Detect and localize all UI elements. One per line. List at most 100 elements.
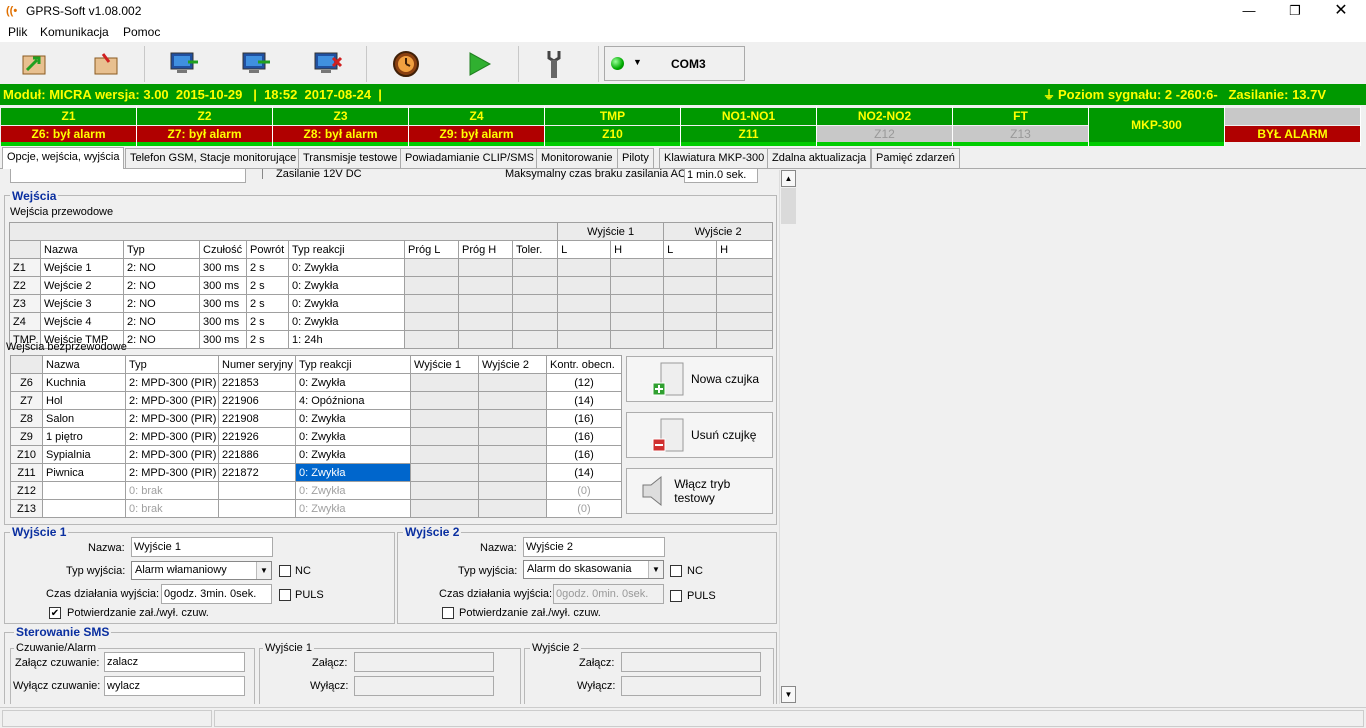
output2-nc-checkbox[interactable] — [670, 565, 682, 577]
play-icon — [469, 52, 492, 76]
sms-arm-field[interactable] — [104, 652, 245, 672]
computer-disconnect-icon — [314, 52, 343, 73]
ac-loss-field[interactable]: 1 min.0 sek. — [684, 169, 758, 183]
scroll-up-icon[interactable]: ▲ — [781, 170, 796, 187]
test-mode-button[interactable]: Włącz tryb testowy — [626, 468, 773, 514]
col-type: Typ — [123, 240, 200, 259]
tab-event-log[interactable]: Pamięć zdarzeń — [871, 148, 960, 168]
output1-name-field[interactable] — [131, 537, 273, 557]
output2-puls-checkbox[interactable] — [670, 590, 682, 602]
save-file-icon — [94, 53, 118, 75]
tab-monitoring[interactable]: Monitorowanie — [536, 148, 618, 168]
output1-type-select[interactable]: Alarm włamaniowy ▼ — [131, 561, 272, 580]
output1-nc-checkbox[interactable] — [279, 565, 291, 577]
com-port-selector[interactable]: ▼ COM3 — [604, 46, 745, 81]
options-panel: Zasilanie 12V DC Maksymalny czas braku z… — [0, 169, 796, 704]
disconnect-button[interactable] — [306, 46, 350, 82]
table-row[interactable]: Z12 0: brak 0: Zwykła (0) — [10, 481, 622, 500]
scroll-thumb[interactable] — [781, 188, 796, 224]
inputs-title: Wejścia — [10, 189, 59, 203]
menu-plik[interactable]: Plik — [8, 25, 27, 39]
maximize-button[interactable]: ❐ — [1272, 0, 1318, 22]
wired-inputs-table: Wyjście 1 Wyjście 2 Nazwa Typ Czułość Powrót… — [8, 222, 774, 349]
com-port-label: COM3 — [671, 57, 706, 71]
window-title: GPRS-Soft v1.08.002 — [26, 4, 142, 18]
table-row[interactable]: Z13 0: brak 0: Zwykła (0) — [10, 499, 622, 518]
zone-indicator: Z3 Z8: był alarm — [273, 106, 409, 146]
table-row[interactable]: Z4 Wejście 4 2: NO 300 ms 2 s 0: Zwykła — [9, 312, 774, 331]
run-button[interactable] — [456, 46, 500, 82]
output2-confirm-checkbox[interactable] — [442, 607, 454, 619]
status-pane — [214, 710, 1364, 727]
sms-output1-off-field[interactable] — [354, 676, 494, 696]
new-sensor-button[interactable]: Nowa czujka — [626, 356, 773, 402]
sms-output2-off-field[interactable] — [621, 676, 761, 696]
computer-write-icon — [242, 52, 270, 73]
table-row[interactable]: Z11 Piwnica 2: MPD-300 (PIR) 221872 0: Zwykł… — [10, 463, 622, 482]
output1-confirm-checkbox[interactable]: ✔ — [49, 607, 61, 619]
table-row[interactable]: Z1 Wejście 1 2: NO 300 ms 2 s 0: Zwykła — [9, 258, 774, 277]
delete-sensor-button[interactable]: Usuń czujkę — [626, 412, 773, 458]
sms-output2-on-field[interactable] — [621, 652, 761, 672]
output2-name-field[interactable] — [523, 537, 665, 557]
clock-button[interactable] — [384, 46, 428, 82]
table-row[interactable]: Z6 Kuchnia 2: MPD-300 (PIR) 221853 0: Zwykła… — [10, 373, 622, 392]
tab-options[interactable]: Opcje, wejścia, wyjścia — [2, 147, 125, 169]
table-row[interactable]: Z10 Sypialnia 2: MPD-300 (PIR) 221886 0: Zwy… — [10, 445, 622, 464]
sms-output1-on-field[interactable] — [354, 652, 494, 672]
output1-time-field[interactable] — [161, 584, 272, 604]
zone-indicator: Z2 Z7: był alarm — [137, 106, 273, 146]
tab-clip-sms[interactable]: Powiadamianie CLIP/SMS — [400, 148, 540, 168]
wireless-caption: Wejścia bezprzewodowe — [6, 341, 127, 353]
settings-button[interactable] — [532, 46, 576, 82]
keypad-indicator: MKP-300 — [1089, 106, 1225, 146]
table-row[interactable]: Z9 1 piętro 2: MPD-300 (PIR) 221926 0: Zwykł… — [10, 427, 622, 446]
table-row[interactable]: Z3 Wejście 3 2: NO 300 ms 2 s 0: Zwykła — [9, 294, 774, 313]
remove-sensor-icon — [652, 418, 684, 452]
antenna-icon: ⏚ — [1043, 88, 1056, 102]
output1-puls-checkbox[interactable] — [279, 589, 291, 601]
zone-indicators: Z1 Z6: był alarm Z2 Z7: był alarm Z3 Z8: by… — [0, 106, 1366, 146]
app-icon: ((• — [6, 5, 18, 17]
sms-control-title: Sterowanie SMS — [14, 625, 112, 639]
table-row[interactable]: Z2 Wejście 2 2: NO 300 ms 2 s 0: Zwykła — [9, 276, 774, 295]
zone-indicator: TMP Z10 — [545, 106, 681, 146]
vertical-scrollbar[interactable]: ▲ ▼ — [779, 170, 796, 704]
tab-remotes[interactable]: Piloty — [617, 148, 654, 168]
tab-keypad[interactable]: Klawiatura MKP-300 — [659, 148, 770, 168]
col-output2: Wyjście 2 — [478, 355, 547, 374]
chevron-down-icon: ▼ — [256, 562, 271, 579]
save-file-button[interactable] — [84, 46, 128, 82]
tab-test-transmissions[interactable]: Transmisje testowe — [298, 148, 403, 168]
table-row[interactable]: Z8 Salon 2: MPD-300 (PIR) 221908 0: Zwykła (1… — [10, 409, 622, 428]
output2-time-field[interactable] — [553, 584, 664, 604]
tab-remote-update[interactable]: Zdalna aktualizacja — [767, 148, 872, 168]
write-button[interactable] — [234, 46, 278, 82]
signal-info: Poziom sygnału: 2 -260:6- Zasilanie: 13.… — [1058, 87, 1327, 102]
col-presence: Kontr. obecn. — [546, 355, 622, 374]
col-type: Typ — [125, 355, 219, 374]
chevron-down-icon: ▼ — [633, 57, 642, 67]
wired-out1-header: Wyjście 1 — [557, 222, 665, 241]
table-row[interactable]: Z7 Hol 2: MPD-300 (PIR) 221906 4: Opóźniona(… — [10, 391, 622, 410]
output1-title: Wyjście 1 — [10, 525, 69, 539]
computer-read-icon — [170, 52, 198, 73]
output2-type-select[interactable]: Alarm do skasowania ▼ — [523, 560, 664, 579]
menu-bar: Plik Komunikacja Pomoc — [0, 22, 1366, 42]
module-info: Moduł: MICRA wersja: 3.00 2015-10-29 | 1… — [3, 87, 382, 102]
power-label: Zasilanie 12V DC — [276, 169, 362, 180]
zone-indicator: NO2-NO2 Z12 — [817, 106, 953, 146]
wired-out2-header: Wyjście 2 — [663, 222, 774, 241]
open-file-icon — [22, 55, 46, 75]
open-file-button[interactable] — [12, 46, 56, 82]
sms-disarm-field[interactable] — [104, 676, 245, 696]
read-button[interactable] — [162, 46, 206, 82]
menu-pomoc[interactable]: Pomoc — [123, 25, 160, 39]
scroll-down-icon[interactable]: ▼ — [781, 686, 796, 703]
close-button[interactable]: ✕ — [1318, 0, 1364, 22]
tab-gsm[interactable]: Telefon GSM, Stacje monitorujące — [125, 148, 302, 168]
minimize-button[interactable]: — — [1226, 0, 1272, 22]
menu-komunikacja[interactable]: Komunikacja — [40, 25, 109, 39]
col-tolerance: Toler. — [511, 240, 559, 259]
status-pane — [2, 710, 212, 727]
